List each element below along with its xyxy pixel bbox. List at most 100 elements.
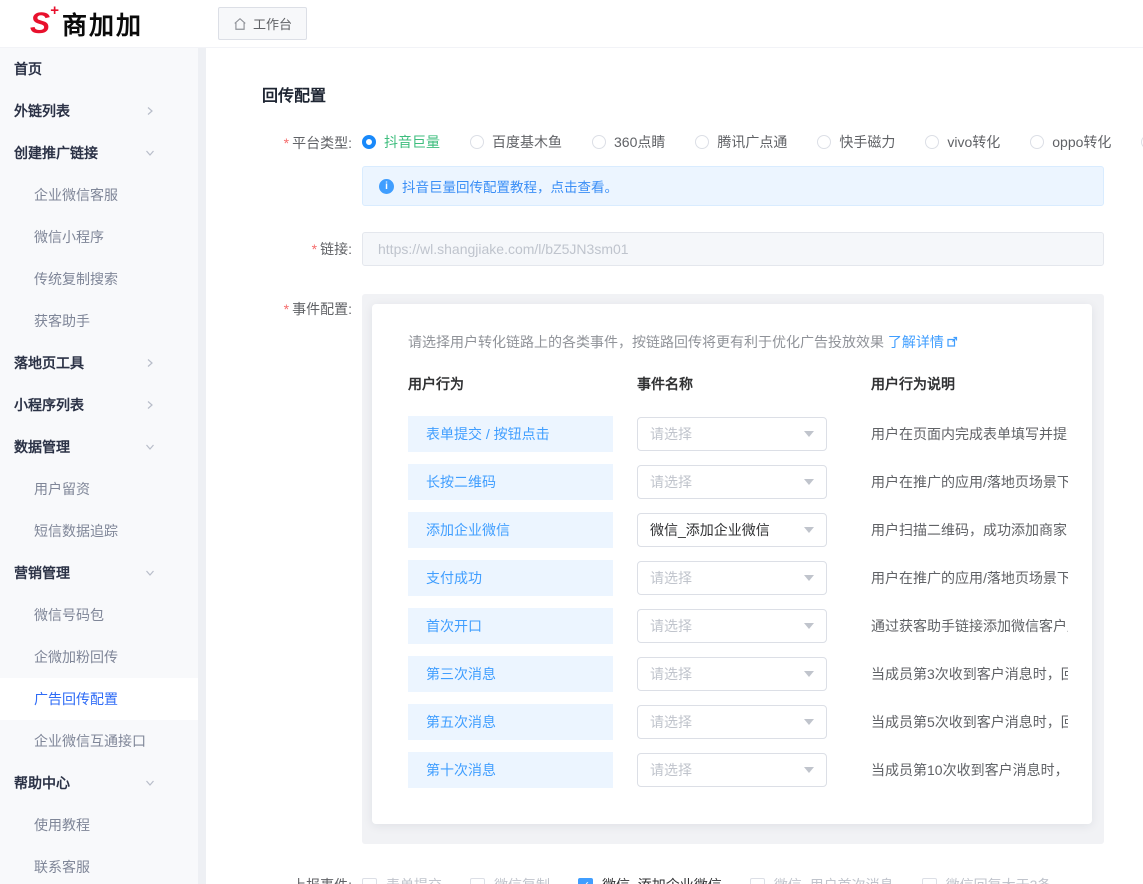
behavior-description: 用户在页面内完成表单填写并提交 [871,424,1068,444]
event-config-panel: 请选择用户转化链路上的各类事件，按链路回传将更有利于优化广告投放效果 了解详情 … [362,294,1104,844]
platform-radio-1[interactable]: 百度基木鱼 [470,132,562,152]
report-checkbox-0-4[interactable]: 微信回复大于3条 [922,875,1052,884]
event-select-4[interactable]: 请选择 [637,609,827,643]
sidebar-item-4[interactable]: 微信小程序 [0,216,198,258]
sidebar-item-label: 短信数据追踪 [34,521,118,541]
sidebar-item-label: 外链列表 [14,101,70,121]
caret-down-icon [804,431,814,437]
radio-label: vivo转化 [947,132,1000,152]
behavior-link-2[interactable]: 添加企业微信 [408,512,613,548]
sidebar-item-label: 获客助手 [34,311,90,331]
behavior-link-6[interactable]: 第五次消息 [408,704,613,740]
radio-circle-icon [817,135,831,149]
caret-down-icon [804,719,814,725]
sidebar-item-3[interactable]: 企业微信客服 [0,174,198,216]
sidebar-item-16[interactable]: 企业微信互通接口 [0,720,198,762]
tutorial-alert-text: 抖音巨量回传配置教程，点击查看。 [402,176,618,196]
sidebar-item-17[interactable]: 帮助中心 [0,762,198,804]
sidebar-item-0[interactable]: 首页 [0,48,198,90]
platform-radio-4[interactable]: 快手磁力 [817,132,895,152]
report-checkbox-0-1[interactable]: 微信复制 [470,875,550,884]
sidebar-item-label: 创建推广链接 [14,143,98,163]
radio-circle-icon [362,135,376,149]
tab-workbench[interactable]: 工作台 [218,7,307,40]
sidebar-item-2[interactable]: 创建推广链接 [0,132,198,174]
behavior-link-0[interactable]: 表单提交 / 按钮点击 [408,416,613,452]
event-select-0[interactable]: 请选择 [637,417,827,451]
report-checkbox-0-3[interactable]: 微信_用户首次消息 [750,875,894,884]
event-table-row: 添加企业微信微信_添加企业微信用户扫描二维码，成功添加商家的企业微信 [408,506,1068,554]
behavior-description: 当成员第5次收到客户消息时，回调此事... [871,712,1068,732]
chevron-right-icon [144,105,156,117]
event-select-value: 请选择 [650,568,804,588]
checkbox-label: 表单提交 [386,875,442,884]
checkbox-label: 微信_用户首次消息 [774,875,894,884]
col-behavior-desc: 用户行为说明 [871,374,1068,394]
sidebar-item-15[interactable]: 广告回传配置 [0,678,198,720]
sidebar-item-1[interactable]: 外链列表 [0,90,198,132]
event-select-5[interactable]: 请选择 [637,657,827,691]
sidebar-item-label: 小程序列表 [14,395,84,415]
behavior-link-7[interactable]: 第十次消息 [408,752,613,788]
event-select-1[interactable]: 请选择 [637,465,827,499]
unchecked-box-icon [362,878,377,884]
event-table-row: 第十次消息请选择 当成员第10次收到客户消息时，回调此事... [408,746,1068,794]
behavior-link-4[interactable]: 首次开口 [408,608,613,644]
behavior-description: 当成员第3次收到客户消息时，回调此事... [871,664,1068,684]
event-select-2[interactable]: 微信_添加企业微信 [637,513,827,547]
chevron-down-icon [144,441,156,453]
chevron-right-icon [144,357,156,369]
event-table-header: 用户行为 事件名称 用户行为说明 [408,374,1068,394]
chevron-down-icon [144,567,156,579]
sidebar-item-label: 使用教程 [34,815,90,835]
link-label: *链接: [262,239,352,259]
event-select-7[interactable]: 请选择 [637,753,827,787]
behavior-link-3[interactable]: 支付成功 [408,560,613,596]
learn-more-link[interactable]: 了解详情 [888,332,958,352]
unchecked-box-icon [922,878,937,884]
event-select-3[interactable]: 请选择 [637,561,827,595]
sidebar-item-13[interactable]: 微信号码包 [0,594,198,636]
chevron-down-icon [144,777,156,789]
behavior-description: 用户在推广的应用/落地页场景下发生的... [871,472,1068,492]
sidebar-item-19[interactable]: 联系客服 [0,846,198,884]
report-events-label: 上报事件: [262,870,352,884]
platform-radio-0[interactable]: 抖音巨量 [362,132,440,152]
required-star: * [284,301,289,317]
col-user-behavior: 用户行为 [408,374,613,394]
tutorial-alert[interactable]: i 抖音巨量回传配置教程，点击查看。 [362,166,1104,206]
platform-radio-3[interactable]: 腾讯广点通 [695,132,787,152]
link-input: https://wl.shangjiake.com/l/bZ5JN3sm01 [362,232,1104,266]
report-checkbox-0-0[interactable]: 表单提交 [362,875,442,884]
behavior-link-5[interactable]: 第三次消息 [408,656,613,692]
behavior-description: 通过获客助手链接添加微信客户后，当微... [871,616,1068,636]
sidebar-item-18[interactable]: 使用教程 [0,804,198,846]
event-select-value: 请选择 [650,472,804,492]
event-table: 用户行为 事件名称 用户行为说明 表单提交 / 按钮点击请选择用户在页面内完成表… [408,374,1068,794]
behavior-description: 当成员第10次收到客户消息时，回调此事... [871,760,1068,780]
platform-radio-6[interactable]: oppo转化 [1030,132,1111,152]
sidebar-item-6[interactable]: 获客助手 [0,300,198,342]
sidebar-item-12[interactable]: 营销管理 [0,552,198,594]
report-checkbox-0-2[interactable]: ✓微信_添加企业微信 [578,875,722,884]
sidebar-item-10[interactable]: 用户留资 [0,468,198,510]
sidebar-item-11[interactable]: 短信数据追踪 [0,510,198,552]
caret-down-icon [804,767,814,773]
sidebar-item-8[interactable]: 小程序列表 [0,384,198,426]
radio-label: 抖音巨量 [384,132,440,152]
sidebar-item-5[interactable]: 传统复制搜索 [0,258,198,300]
radio-circle-icon [470,135,484,149]
event-select-value: 请选择 [650,424,804,444]
sidebar-item-9[interactable]: 数据管理 [0,426,198,468]
event-select-6[interactable]: 请选择 [637,705,827,739]
radio-circle-icon [592,135,606,149]
platform-radio-2[interactable]: 360点睛 [592,132,665,152]
radio-label: 腾讯广点通 [717,132,787,152]
event-select-value: 请选择 [650,616,804,636]
checkbox-label: 微信_添加企业微信 [602,875,722,884]
sidebar-item-14[interactable]: 企微加粉回传 [0,636,198,678]
sidebar-item-7[interactable]: 落地页工具 [0,342,198,384]
platform-radio-5[interactable]: vivo转化 [925,132,1000,152]
behavior-link-1[interactable]: 长按二维码 [408,464,613,500]
tab-workbench-label: 工作台 [253,14,292,33]
